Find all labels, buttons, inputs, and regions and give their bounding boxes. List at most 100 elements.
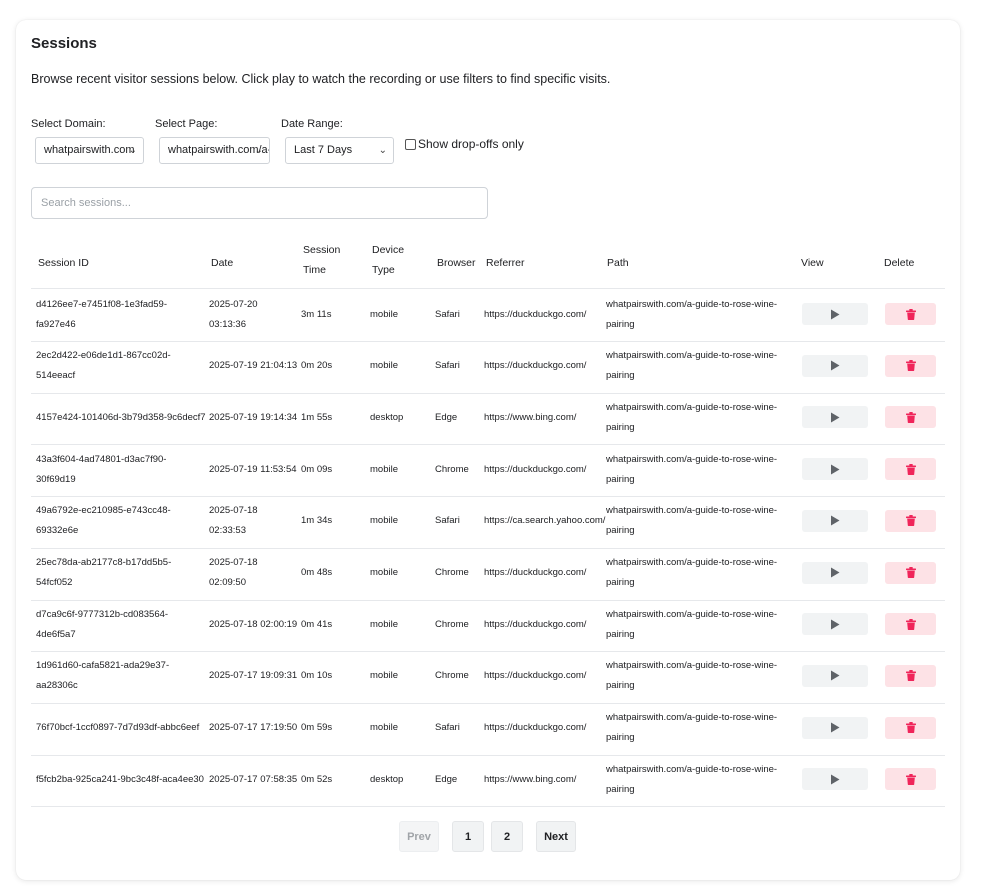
header-session-time: Session Time [303,240,340,280]
delete-session-button[interactable] [885,664,936,687]
path-cell-line2: pairing [606,680,635,692]
date-cell: 2025-07-18 02:09:50 [209,548,299,599]
browser-cell: Chrome [435,548,483,599]
date-cell-line1: 2025-07-17 19:09:31 [209,670,298,682]
chevron-down-icon: ⌄ [378,145,387,156]
chevron-down-icon: ⌄ [254,145,263,156]
delete-session-button[interactable] [885,561,936,584]
session-time-cell-text: 0m 10s [301,670,333,682]
date-cell-line2: 02:09:50 [209,577,246,588]
delete-session-button[interactable] [885,303,936,325]
date-cell-line1: 2025-07-18 [209,505,258,517]
path-cell-text: whatpairswith.com/a-guide-to-rose-wine-p… [606,398,777,438]
date-cell: 2025-07-17 19:09:31 [209,651,299,702]
session-time-cell: 0m 20s [301,341,367,392]
path-cell-text: whatpairswith.com/a-guide-to-rose-wine-p… [606,605,777,645]
session-id-cell-text: 1d961d60-cafa5821-ada29e37-aa28306c [36,656,206,696]
path-cell-line1: whatpairswith.com/a-guide-to-rose-wine- [606,763,778,775]
date-range-select[interactable]: Last 7 Days ⌄ [285,137,394,164]
session-id-cell: 43a3f604-4ad74801-d3ac7f90-30f69d19 [36,444,206,495]
trash-icon [905,360,916,372]
path-cell: whatpairswith.com/a-guide-to-rose-wine-p… [606,496,791,547]
path-cell-line1: whatpairswith.com/a-guide-to-rose-wine- [606,298,778,310]
date-cell: 2025-07-19 21:04:13 [209,341,299,392]
domain-select-value: whatpairswith.com [44,144,135,156]
dropoffs-checkbox[interactable] [405,138,416,150]
play-session-button[interactable] [802,303,868,325]
session-time-cell-text: 0m 41s [301,618,333,630]
date-cell: 2025-07-17 17:19:50 [209,703,299,754]
session-time-cell: 0m 09s [301,444,367,495]
play-session-button[interactable] [802,509,868,532]
date-cell-text: 2025-07-17 19:09:31 [209,666,297,686]
delete-session-button[interactable] [885,406,936,429]
session-id-cell-text: f5fcb2ba-925ca241-9bc3c48f-aca4ee30 [36,770,204,790]
path-cell-text: whatpairswith.com/a-guide-to-rose-wine-p… [606,450,777,490]
path-cell: whatpairswith.com/a-guide-to-rose-wine-p… [606,651,791,702]
table-row: 4157e424-101406d-3b79d358-9c6decf7 2025-0… [31,392,945,446]
play-session-button[interactable] [802,406,868,429]
referrer-cell: https://www.bing.com/ [484,392,602,443]
date-cell-text: 2025-07-20 03:13:36 [209,295,258,335]
next-page-button[interactable]: Next [536,821,576,852]
play-session-button[interactable] [802,768,868,791]
session-time-cell-text: 1m 34s [301,515,333,527]
session-id-cell-text: 4157e424-101406d-3b79d358-9c6decf7 [36,408,206,428]
path-cell-line2: pairing [606,732,635,744]
delete-session-button[interactable] [885,458,936,481]
date-cell-line1: 2025-07-19 21:04:13 [209,360,298,372]
prev-page-button[interactable]: Prev [399,821,439,852]
delete-session-button[interactable] [885,354,936,377]
path-cell: whatpairswith.com/a-guide-to-rose-wine-p… [606,703,791,754]
device-type-cell: mobile [370,548,430,599]
session-time-cell: 0m 52s [301,754,367,805]
play-icon [831,774,840,785]
referrer-cell-text: https://duckduckgo.com/ [484,567,587,578]
delete-session-button[interactable] [885,716,936,739]
play-session-button[interactable] [802,613,868,636]
search-input[interactable] [31,187,488,219]
browser-cell-text: Chrome [435,670,469,682]
table-row: 1d961d60-cafa5821-ada29e37-aa28306c 2025-… [31,651,945,704]
sessions-card: Sessions Browse recent visitor sessions … [16,20,960,880]
path-cell: whatpairswith.com/a-guide-to-rose-wine-p… [606,444,791,495]
header-delete: Delete [884,257,915,269]
session-id-cell-text: 25ec78da-ab2177c8-b17dd5b5-54fcf052 [36,553,206,593]
play-session-button[interactable] [802,561,868,584]
trash-icon [905,773,916,785]
referrer-cell: https://duckduckgo.com/ [484,703,602,754]
session-id-cell-text: d7ca9c6f-9777312b-cd083564-4de6f5a7 [36,605,206,645]
referrer-cell-text: https://duckduckgo.com/ [484,618,587,630]
play-session-button[interactable] [802,354,868,377]
referrer-cell: https://www.bing.com/ [484,754,602,805]
page-select[interactable]: whatpairswith.com/a- ⌄ [159,137,270,164]
date-cell-line2: 02:33:53 [209,525,246,537]
device-type-cell-text: mobile [370,567,398,578]
play-session-button[interactable] [802,458,868,481]
browser-cell: Safari [435,341,483,392]
date-cell: 2025-07-19 11:53:54 [209,444,299,495]
referrer-cell-text: https://duckduckgo.com/ [484,463,587,475]
path-cell-line1: whatpairswith.com/a-guide-to-rose-wine- [606,401,778,413]
session-id-cell-line1: 76f70bcf-1ccf0897-7d7d93df-abbc6eef [36,722,200,734]
path-cell-text: whatpairswith.com/a-guide-to-rose-wine-p… [606,501,777,541]
date-cell: 2025-07-20 03:13:36 [209,289,299,340]
page-2-button[interactable]: 2 [491,821,523,852]
play-session-button[interactable] [802,664,868,687]
path-cell-line1: whatpairswith.com/a-guide-to-rose-wine- [606,712,778,724]
referrer-cell: https://duckduckgo.com/ [484,289,602,340]
header-session-time-line1: Session [303,244,341,256]
dropoffs-toggle[interactable]: Show drop-offs only [405,137,524,151]
page-1-button[interactable]: 1 [452,821,484,852]
play-icon [831,670,840,681]
delete-session-button[interactable] [885,613,936,636]
play-icon [831,619,840,630]
domain-select[interactable]: whatpairswith.com ⌄ [35,137,144,164]
play-session-button[interactable] [802,716,868,739]
browser-cell-text: Safari [435,515,460,527]
device-type-cell: mobile [370,289,430,340]
delete-session-button[interactable] [885,509,936,532]
browser-cell: Safari [435,703,483,754]
delete-session-button[interactable] [885,768,936,791]
date-range-value: Last 7 Days [294,144,353,156]
